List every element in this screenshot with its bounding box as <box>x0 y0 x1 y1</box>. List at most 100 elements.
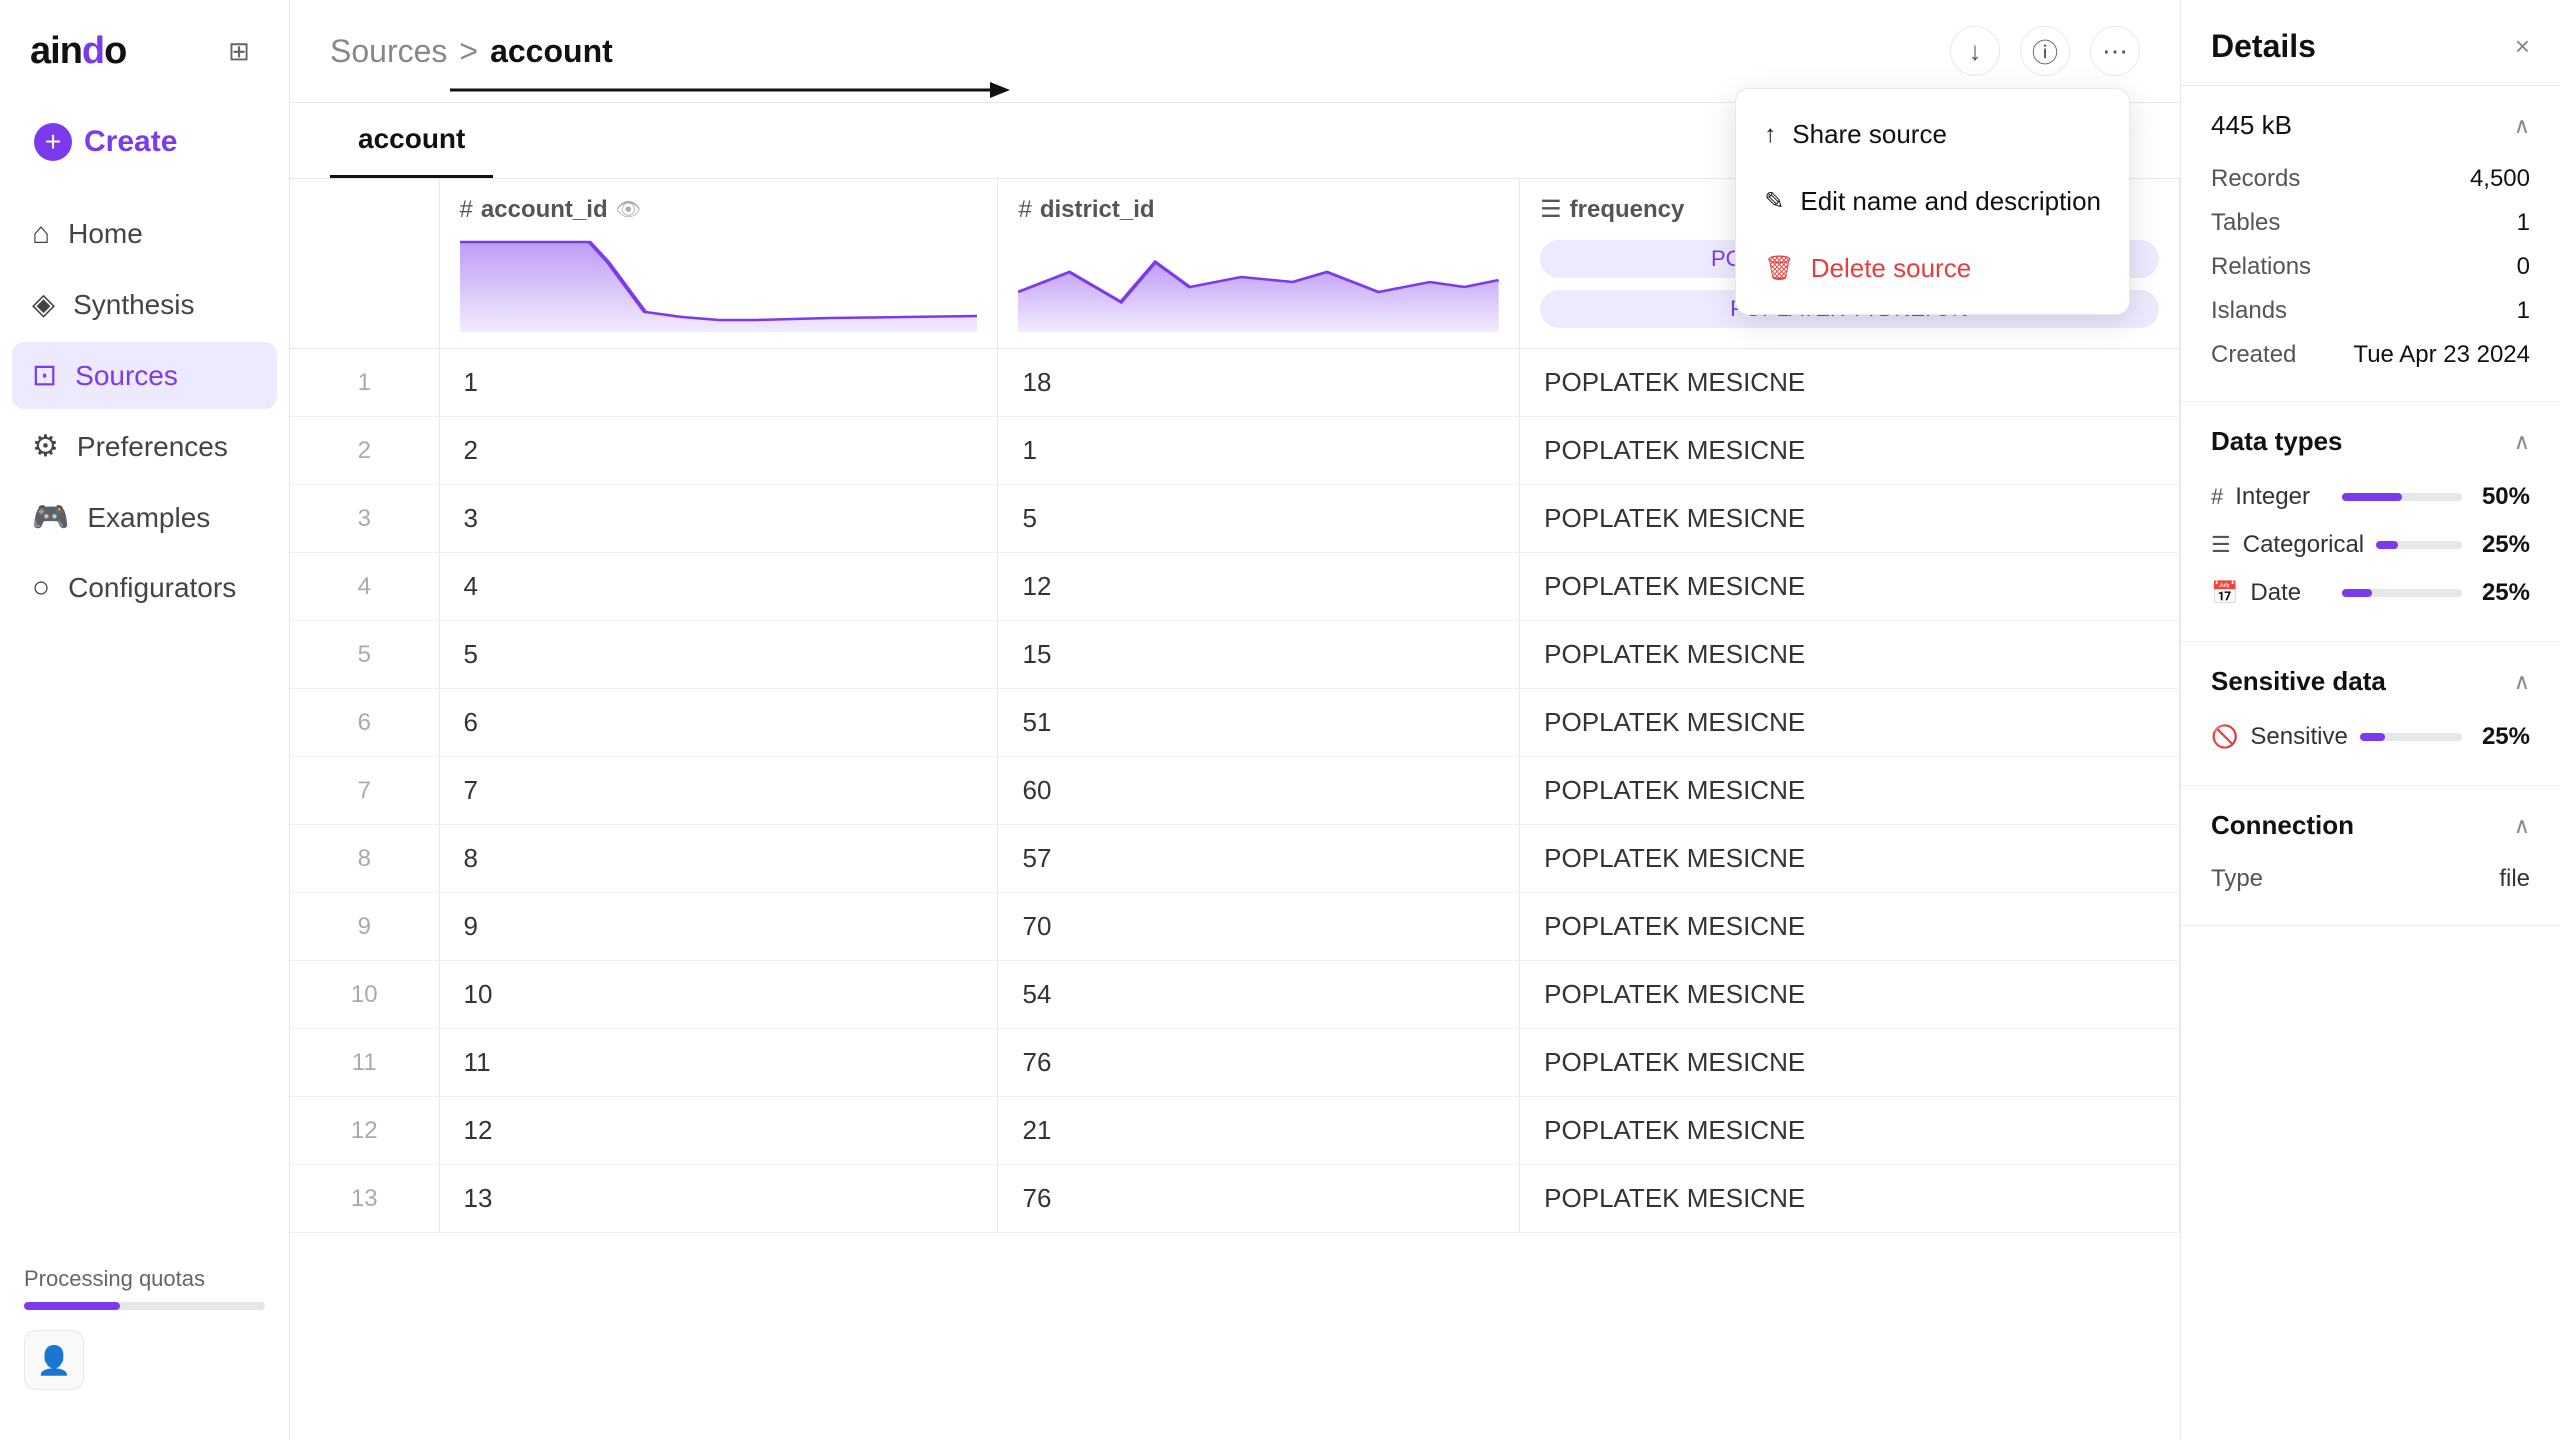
details-header: Details × <box>2181 0 2560 86</box>
menu-item-delete[interactable]: 🗑 Delete source <box>1736 235 2129 302</box>
table-area: # account_id 👁 <box>290 179 2180 1440</box>
frequency-cell: POPLATEK MESICNE <box>1520 825 2180 893</box>
download-button[interactable]: ↓ <box>1950 26 2000 76</box>
district-id-cell: 60 <box>998 757 1520 825</box>
row-num-cell: 9 <box>290 893 439 961</box>
tab-account[interactable]: account <box>330 103 493 178</box>
row-num-cell: 7 <box>290 757 439 825</box>
account-id-cell: 2 <box>439 417 998 485</box>
more-options-button[interactable]: ⋯ <box>2090 26 2140 76</box>
menu-item-edit[interactable]: ✎ Edit name and description <box>1736 168 2129 235</box>
sidebar: aindo ⊞ + Create ⌂ Home ◈ Synthesis ⊡ So… <box>0 0 290 1440</box>
row-num-cell: 8 <box>290 825 439 893</box>
user-avatar-button[interactable]: 👤 <box>24 1330 84 1390</box>
create-label: Create <box>84 125 177 159</box>
account-id-cell: 10 <box>439 961 998 1029</box>
details-connection-section: Connection ∧ Type file <box>2181 786 2560 926</box>
categorical-label: Categorical <box>2243 531 2364 559</box>
district-id-cell: 12 <box>998 553 1520 621</box>
table-row: 5 5 15 POPLATEK MESICNE <box>290 621 2180 689</box>
sensitive-section-header: Sensitive data ∧ <box>2211 666 2530 697</box>
row-num-header <box>290 179 439 349</box>
sidebar-item-preferences[interactable]: ⚙ Preferences <box>12 413 277 480</box>
district-id-cell: 51 <box>998 689 1520 757</box>
table-row: 13 13 76 POPLATEK MESICNE <box>290 1165 2180 1233</box>
table-row: 12 12 21 POPLATEK MESICNE <box>290 1097 2180 1165</box>
table-row: 1 1 18 POPLATEK MESICNE <box>290 349 2180 417</box>
sidebar-item-synthesis[interactable]: ◈ Synthesis <box>12 271 277 338</box>
dtype-date: 📅 Date 25% <box>2211 569 2530 617</box>
created-value: Tue Apr 23 2024 <box>2353 341 2530 369</box>
processing-bar <box>24 1302 265 1310</box>
app-name: aindo <box>30 30 126 73</box>
processing-quotas-label: Processing quotas <box>24 1266 265 1292</box>
create-button[interactable]: + Create <box>20 113 269 171</box>
sidebar-item-sources[interactable]: ⊡ Sources <box>12 342 277 409</box>
district-id-cell: 70 <box>998 893 1520 961</box>
breadcrumb-sources[interactable]: Sources <box>330 33 447 70</box>
connection-type-row: Type file <box>2211 857 2530 901</box>
district-id-chart <box>1018 232 1499 332</box>
sidebar-item-configurators[interactable]: ○ Configurators <box>12 555 277 621</box>
frequency-cell: POPLATEK MESICNE <box>1520 485 2180 553</box>
hide-col-icon[interactable]: 👁 <box>616 197 641 222</box>
dtypes-section-header: Data types ∧ <box>2211 426 2530 457</box>
district-id-cell: 54 <box>998 961 1520 1029</box>
sensitive-bar-fill <box>2360 733 2386 741</box>
menu-item-share[interactable]: ↑ Share source <box>1736 101 2129 168</box>
file-section-toggle[interactable]: ∧ <box>2514 113 2530 139</box>
account-id-cell: 11 <box>439 1029 998 1097</box>
table-row: 3 3 5 POPLATEK MESICNE <box>290 485 2180 553</box>
meta-islands: Islands 1 <box>2211 289 2530 333</box>
frequency-cell: POPLATEK MESICNE <box>1520 757 2180 825</box>
row-num-cell: 10 <box>290 961 439 1029</box>
row-num-cell: 2 <box>290 417 439 485</box>
account-id-cell: 7 <box>439 757 998 825</box>
date-pct: 25% <box>2482 579 2530 607</box>
frequency-cell: POPLATEK MESICNE <box>1520 417 2180 485</box>
integer-bar <box>2342 493 2462 501</box>
preferences-icon: ⚙ <box>32 429 59 464</box>
table-row: 6 6 51 POPLATEK MESICNE <box>290 689 2180 757</box>
integer-icon: # <box>2211 484 2223 510</box>
connection-toggle[interactable]: ∧ <box>2514 813 2530 839</box>
home-icon: ⌂ <box>32 217 50 251</box>
frequency-cell: POPLATEK MESICNE <box>1520 349 2180 417</box>
account-id-cell: 5 <box>439 621 998 689</box>
dtypes-toggle[interactable]: ∧ <box>2514 429 2530 455</box>
connection-type-label: Type <box>2211 865 2263 893</box>
account-id-chart <box>460 232 978 332</box>
row-num-cell: 11 <box>290 1029 439 1097</box>
district-id-cell: 5 <box>998 485 1520 553</box>
date-icon: 📅 <box>2211 580 2238 606</box>
sidebar-toggle-icon[interactable]: ⊞ <box>219 32 259 72</box>
meta-relations: Relations 0 <box>2211 245 2530 289</box>
frequency-cell: POPLATEK MESICNE <box>1520 1029 2180 1097</box>
data-table: # account_id 👁 <box>290 179 2180 1233</box>
frequency-cell: POPLATEK MESICNE <box>1520 1165 2180 1233</box>
table-row: 9 9 70 POPLATEK MESICNE <box>290 893 2180 961</box>
menu-item-share-label: Share source <box>1792 119 1947 150</box>
account-id-cell: 1 <box>439 349 998 417</box>
tables-label: Tables <box>2211 209 2280 237</box>
meta-created: Created Tue Apr 23 2024 <box>2211 333 2530 377</box>
menu-item-delete-label: Delete source <box>1811 253 1971 284</box>
breadcrumb-separator: > <box>459 33 478 70</box>
connection-type-value: file <box>2499 865 2530 893</box>
sources-icon: ⊡ <box>32 358 57 393</box>
edit-icon: ✎ <box>1764 187 1784 216</box>
row-num-cell: 5 <box>290 621 439 689</box>
sidebar-item-examples[interactable]: 🎮 Examples <box>12 484 277 551</box>
row-num-cell: 6 <box>290 689 439 757</box>
sidebar-item-home[interactable]: ⌂ Home <box>12 201 277 267</box>
sidebar-item-configurators-label: Configurators <box>68 572 236 604</box>
table-row: 4 4 12 POPLATEK MESICNE <box>290 553 2180 621</box>
sensitive-icon: 🚫 <box>2211 724 2238 750</box>
row-num-cell: 1 <box>290 349 439 417</box>
account-id-col-name: account_id <box>481 196 608 224</box>
info-button[interactable]: ⓘ <box>2020 26 2070 76</box>
col-header-district-id: # district_id <box>998 179 1520 349</box>
close-details-button[interactable]: × <box>2515 31 2530 62</box>
sensitive-toggle[interactable]: ∧ <box>2514 669 2530 695</box>
categorical-bar <box>2376 541 2462 549</box>
